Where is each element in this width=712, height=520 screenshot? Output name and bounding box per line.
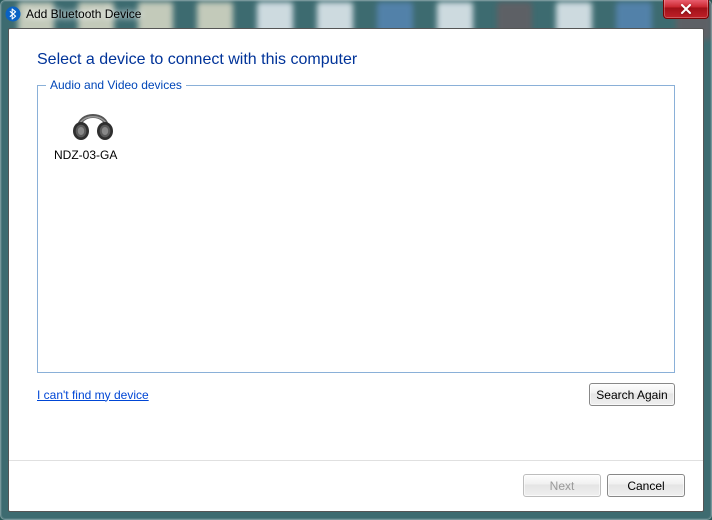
cant-find-device-link[interactable]: I can't find my device	[37, 388, 149, 402]
device-item[interactable]: NDZ-03-GA	[48, 100, 138, 162]
device-group: Audio and Video devices	[37, 85, 675, 373]
window-frame: Add Bluetooth Device Select a device to …	[0, 0, 712, 520]
separator	[9, 460, 703, 461]
titlebar[interactable]: Add Bluetooth Device	[1, 1, 711, 27]
headphones-icon	[69, 100, 117, 144]
wizard-button-row: Next Cancel	[523, 474, 685, 497]
client-area: Select a device to connect with this com…	[8, 28, 704, 512]
window-title: Add Bluetooth Device	[26, 7, 141, 21]
close-button[interactable]	[663, 0, 709, 19]
search-again-button[interactable]: Search Again	[589, 383, 675, 406]
page-heading: Select a device to connect with this com…	[37, 51, 675, 69]
bluetooth-icon	[5, 6, 21, 22]
device-group-label: Audio and Video devices	[46, 78, 186, 92]
close-icon	[680, 4, 692, 14]
next-button[interactable]: Next	[523, 474, 601, 497]
device-label: NDZ-03-GA	[48, 148, 138, 162]
cancel-button[interactable]: Cancel	[607, 474, 685, 497]
